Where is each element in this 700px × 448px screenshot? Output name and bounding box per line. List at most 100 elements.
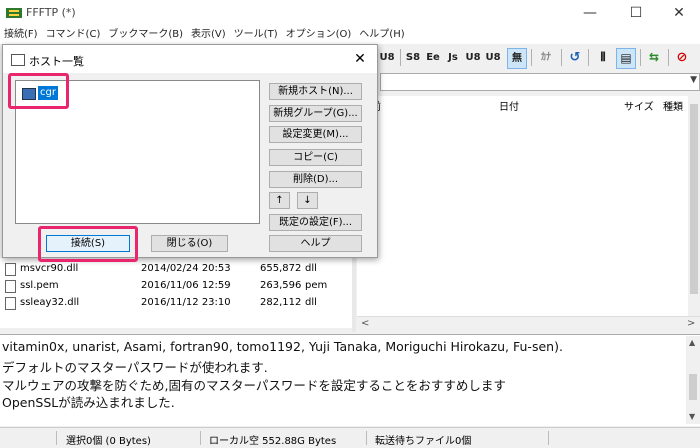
menu-connect[interactable]: 接続(F) xyxy=(0,26,42,44)
list-view-icon[interactable]: ⦀ xyxy=(594,48,612,67)
move-down-button[interactable]: ↓ xyxy=(297,192,318,209)
menu-command[interactable]: コマンド(C) xyxy=(42,26,105,44)
modify-settings-button[interactable]: 設定変更(M)... xyxy=(269,126,362,143)
scroll-right-icon[interactable]: > xyxy=(687,318,695,329)
local-file-list[interactable]: msvcr90.dll 2014/02/24 20:53 655,872 dll… xyxy=(0,258,352,328)
remote-list-header: 前 日付 サイズ 種類 xyxy=(357,96,700,113)
remote-horizontal-scrollbar[interactable]: < > xyxy=(357,316,700,332)
move-up-button[interactable]: ↑ xyxy=(269,192,290,209)
toolbar-separator xyxy=(400,49,401,66)
file-icon xyxy=(5,297,16,310)
refresh-icon[interactable]: ↺ xyxy=(567,48,583,67)
remote-file-list[interactable] xyxy=(357,112,700,316)
dialog-close-button[interactable]: ✕ xyxy=(348,49,372,69)
toolbar-sjis-button[interactable]: S8 xyxy=(405,48,421,67)
log-vertical-scrollbar[interactable]: ▲ ▼ xyxy=(686,336,700,424)
toolbar-utf8n-button[interactable]: U8 xyxy=(465,48,481,67)
toolbar-kanji-utf8-button[interactable]: U8 xyxy=(379,48,395,67)
menu-bar: 接続(F) コマンド(C) ブックマーク(B) 表示(V) ツール(T) オプシ… xyxy=(0,26,700,44)
window-icon xyxy=(11,54,25,66)
file-size: 282,112 xyxy=(260,297,302,308)
sync-folders-icon[interactable]: ⇆ xyxy=(645,48,663,67)
menu-options[interactable]: オプション(O) xyxy=(282,26,356,44)
file-name: msvcr90.dll xyxy=(20,263,79,274)
dialog-title-bar: ホスト一覧 ✕ xyxy=(3,45,377,73)
menu-help[interactable]: ヘルプ(H) xyxy=(355,26,408,44)
menu-bookmark[interactable]: ブックマーク(B) xyxy=(104,26,187,44)
maximize-button[interactable]: ☐ xyxy=(613,0,659,26)
host-item-label: cgr xyxy=(38,86,58,100)
default-settings-button[interactable]: 既定の設定(F)... xyxy=(269,214,362,231)
toolbar-jis-button[interactable]: Js xyxy=(445,48,461,67)
status-separator xyxy=(548,431,549,445)
copy-button[interactable]: コピー(C) xyxy=(269,149,362,166)
toolbar-separator xyxy=(640,49,641,66)
ffftp-app-icon xyxy=(6,8,22,18)
file-name: ssl.pem xyxy=(20,280,59,291)
minimize-button[interactable]: — xyxy=(567,0,613,26)
remote-column-date[interactable]: 日付 xyxy=(499,98,519,113)
help-button[interactable]: ヘルプ xyxy=(269,235,362,252)
chevron-down-icon[interactable]: ▼ xyxy=(690,75,697,85)
log-line: OpenSSLが読み込まれました. xyxy=(2,395,175,410)
table-row[interactable]: ssl.pem 2016/11/06 12:59 263,596 pem xyxy=(0,277,352,295)
remote-path-combobox[interactable]: ▼ xyxy=(380,73,700,91)
status-local-free: ローカル空 552.88G Bytes xyxy=(209,436,337,447)
close-button[interactable]: ✕ xyxy=(656,0,700,26)
file-icon xyxy=(5,280,16,293)
file-type: pem xyxy=(305,280,328,291)
file-date: 2014/02/24 20:53 xyxy=(141,263,231,274)
toolbar-utf8bom-button[interactable]: U8 xyxy=(485,48,501,67)
toolbar-separator xyxy=(668,49,669,66)
status-separator xyxy=(56,431,57,445)
status-selection: 選択0個 (0 Bytes) xyxy=(66,436,151,447)
file-date: 2016/11/06 12:59 xyxy=(141,280,231,291)
connect-button[interactable]: 接続(S) xyxy=(46,235,130,252)
remote-vertical-scrollbar[interactable] xyxy=(688,96,700,316)
host-tree-list[interactable]: cgr xyxy=(15,80,260,224)
file-name: ssleay32.dll xyxy=(20,297,80,308)
file-type: dll xyxy=(305,263,317,274)
status-bar: 選択0個 (0 Bytes) ローカル空 552.88G Bytes 転送待ちフ… xyxy=(0,427,700,448)
table-row[interactable]: msvcr90.dll 2014/02/24 20:53 655,872 dll xyxy=(0,260,352,278)
table-row[interactable]: ssleay32.dll 2016/11/12 23:10 282,112 dl… xyxy=(0,294,352,312)
status-separator xyxy=(200,431,201,445)
toolbar-separator xyxy=(531,49,532,66)
log-window[interactable]: vitamin0x, unarist, Asami, fortran90, to… xyxy=(0,334,700,426)
toolbar: U8 S8 Ee Js U8 U8 無 ｶﾅ ↺ ⦀ ▤ ⇆ ⊘ xyxy=(355,46,700,70)
toolbar-separator xyxy=(588,49,589,66)
new-group-button[interactable]: 新規グループ(G)... xyxy=(269,105,362,122)
file-size: 263,596 xyxy=(260,280,302,291)
status-separator xyxy=(366,431,367,445)
file-date: 2016/11/12 23:10 xyxy=(141,297,231,308)
scrollbar-thumb[interactable] xyxy=(689,374,697,400)
toolbar-no-convert-button[interactable]: 無 xyxy=(507,48,527,69)
file-type: dll xyxy=(305,297,317,308)
delete-button[interactable]: 削除(D)... xyxy=(269,171,362,188)
scroll-left-icon[interactable]: < xyxy=(361,318,369,329)
remote-column-type[interactable]: 種類 xyxy=(663,98,683,113)
title-bar: FFFTP (*) — ☐ ✕ xyxy=(0,0,700,26)
toolbar-separator xyxy=(561,49,562,66)
log-line: デフォルトのマスターパスワードが使われます. xyxy=(2,360,268,375)
toolbar-euc-button[interactable]: Ee xyxy=(425,48,441,67)
toolbar-kana-button[interactable]: ｶﾅ xyxy=(537,48,555,67)
detail-view-icon[interactable]: ▤ xyxy=(616,48,636,69)
remote-column-size[interactable]: サイズ xyxy=(624,98,654,113)
file-size: 655,872 xyxy=(260,263,302,274)
scroll-down-icon[interactable]: ▼ xyxy=(689,412,695,421)
log-line: vitamin0x, unarist, Asami, fortran90, to… xyxy=(2,339,563,354)
window-title: FFFTP (*) xyxy=(26,6,76,19)
scrollbar-thumb[interactable] xyxy=(690,104,698,294)
computer-icon xyxy=(22,88,36,100)
new-host-button[interactable]: 新規ホスト(N)... xyxy=(269,83,362,100)
scroll-up-icon[interactable]: ▲ xyxy=(689,338,695,347)
menu-view[interactable]: 表示(V) xyxy=(187,26,230,44)
close-dialog-button[interactable]: 閉じる(O) xyxy=(151,235,228,252)
file-icon xyxy=(5,263,16,276)
abort-icon[interactable]: ⊘ xyxy=(673,48,691,67)
menu-tools[interactable]: ツール(T) xyxy=(230,26,282,44)
host-list-dialog: ホスト一覧 ✕ cgr 新規ホスト(N)... 新規グループ(G)... 設定変… xyxy=(2,44,378,258)
status-transfer-queue: 転送待ちファイル0個 xyxy=(375,436,472,447)
dialog-title: ホスト一覧 xyxy=(29,55,84,68)
